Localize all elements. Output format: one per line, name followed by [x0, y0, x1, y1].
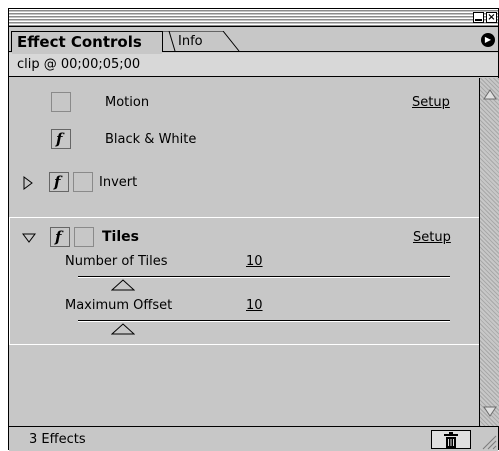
effect-name: Black & White	[105, 132, 197, 147]
effect-row-black-white[interactable]: f Black & White	[9, 129, 479, 151]
fx-icon: f	[54, 173, 61, 191]
title-bar[interactable]: ×	[9, 9, 498, 27]
tab-effect-controls-label: Effect Controls	[17, 33, 142, 51]
trash-icon	[444, 432, 458, 448]
resize-grip-icon[interactable]	[479, 432, 497, 450]
status-bar: 3 Effects	[9, 426, 498, 451]
minimize-icon[interactable]	[473, 12, 484, 23]
param-value[interactable]: 10	[246, 298, 263, 313]
close-icon[interactable]: ×	[486, 12, 497, 23]
effect-count: 3 Effects	[29, 432, 86, 447]
effect-name: Invert	[99, 175, 138, 190]
effect-row-tiles: f Tiles Setup Number of Tiles 10 Maximum…	[9, 217, 479, 345]
clip-timecode-label: clip @ 00;00;05;00	[17, 57, 141, 72]
scroll-down-arrow-icon[interactable]	[483, 406, 497, 420]
param-label: Maximum Offset	[65, 298, 173, 313]
delete-effect-button[interactable]	[431, 430, 471, 449]
effect-row-invert[interactable]: f Invert	[9, 172, 479, 194]
tab-info-shape	[161, 31, 240, 52]
scroll-up-arrow-icon[interactable]	[483, 88, 497, 102]
effect-name: Motion	[105, 95, 150, 110]
fx-toggle-box[interactable]: f	[51, 129, 71, 149]
keyframe-toggle-box[interactable]	[74, 227, 94, 247]
tab-info-label: Info	[178, 34, 203, 49]
collapse-triangle-icon[interactable]	[22, 233, 36, 243]
fx-toggle-box[interactable]: f	[49, 172, 69, 192]
slider-thumb-icon[interactable]	[110, 279, 135, 291]
tab-info[interactable]: Info	[161, 31, 251, 52]
effect-controls-window: × Effect Controls Info ▶ clip @ 00;00;05…	[8, 8, 499, 451]
tab-effect-controls[interactable]: Effect Controls	[11, 31, 163, 54]
fx-icon: f	[56, 130, 63, 148]
setup-link[interactable]: Setup	[412, 95, 450, 110]
effect-row-motion[interactable]: Motion Setup	[9, 92, 479, 114]
param-slider-track[interactable]	[78, 276, 450, 278]
tiles-header[interactable]: f Tiles Setup	[10, 227, 479, 249]
expand-triangle-icon[interactable]	[23, 176, 33, 190]
clip-timecode: clip @ 00;00;05;00	[9, 53, 498, 77]
vertical-scrollbar[interactable]	[479, 78, 499, 426]
panel-menu-icon[interactable]: ▶	[481, 33, 495, 47]
fx-icon: f	[55, 228, 62, 246]
keyframe-toggle-box[interactable]	[73, 172, 93, 192]
fx-toggle-box[interactable]	[51, 92, 71, 112]
tab-strip: Effect Controls Info ▶	[9, 28, 498, 54]
param-value[interactable]: 10	[246, 254, 263, 269]
effect-name: Tiles	[102, 229, 139, 245]
setup-link[interactable]: Setup	[413, 230, 451, 245]
param-label: Number of Tiles	[65, 254, 168, 269]
slider-thumb-icon[interactable]	[110, 323, 135, 335]
effects-list: Motion Setup f Black & White f Invert f …	[9, 78, 479, 426]
fx-toggle-box[interactable]: f	[50, 227, 70, 247]
param-slider-track[interactable]	[78, 320, 450, 322]
